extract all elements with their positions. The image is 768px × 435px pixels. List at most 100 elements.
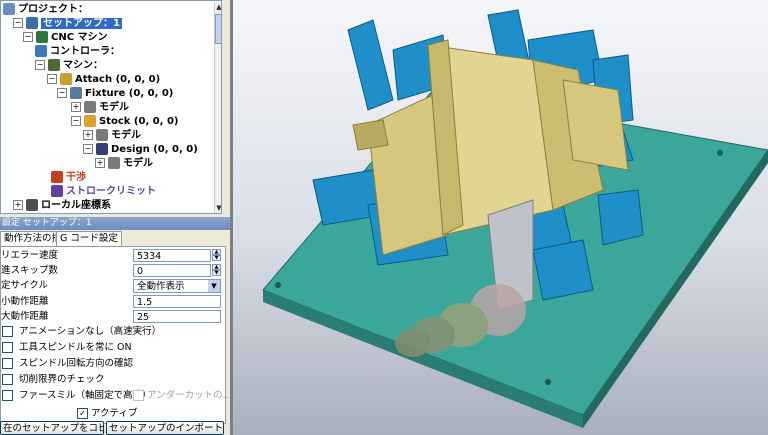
skip-count-label: 進スキップ数 (1, 265, 59, 276)
error-speed-input[interactable]: 5334 (133, 249, 211, 262)
tree-item-label: プロジェクト： (18, 4, 88, 15)
tree-scrollbar[interactable]: ▲ ▼ (214, 2, 221, 213)
active-checkbox[interactable]: ✓ (77, 408, 88, 419)
option-cut-limit[interactable]: 切削限界のチェック (1, 373, 105, 387)
tree-item[interactable]: + モデル (71, 100, 129, 115)
chevron-down-icon[interactable]: ▼ (208, 280, 220, 292)
model-icon (84, 101, 96, 113)
design-icon (96, 143, 108, 155)
option-no-animation-checkbox[interactable] (2, 326, 13, 337)
cnc-machine-icon (36, 31, 48, 43)
expand-icon[interactable]: + (13, 200, 23, 210)
project-icon (3, 3, 15, 15)
option-face-mill[interactable]: ファースミル（軸固定で高速） (1, 389, 152, 403)
tree-item[interactable]: プロジェクト： (3, 2, 88, 17)
option-cut-limit-checkbox[interactable] (2, 374, 13, 385)
fixture-icon (70, 87, 82, 99)
tree-item[interactable]: − マシン： (35, 58, 103, 73)
min-move-label: 小動作距離 (1, 296, 49, 307)
cnc-model-render (262, 9, 768, 428)
tree-item[interactable]: − Design (0, 0, 0) (83, 142, 198, 157)
option-spindle-on[interactable]: 工具スピンドルを常に ON (1, 341, 132, 355)
error-speed-stepper[interactable]: ▲ ▼ (212, 249, 221, 262)
collapse-icon[interactable]: − (71, 116, 81, 126)
tree-item[interactable]: − Attach (0, 0, 0) (47, 72, 160, 87)
machine-icon (48, 59, 60, 71)
tree-item-label: ストロークリミット (66, 186, 156, 197)
error-speed-label: リエラー速度 (1, 250, 59, 261)
min-move-input[interactable]: 1.5 (133, 295, 221, 308)
tree-item-label: ローカル座標系 (41, 200, 111, 211)
tab-gcode-settings[interactable]: G コード設定 (56, 231, 122, 246)
tree-item-label: モデル (123, 158, 153, 169)
tree-item-label: Design (0, 0, 0) (111, 144, 198, 155)
tree-item[interactable]: コントローラ： (35, 44, 120, 59)
settings-panel-header: 設定 セットアップ：1 (0, 217, 230, 230)
tree-item[interactable]: + ローカル座標系 (13, 198, 111, 213)
tree-item-label: CNC マシン (51, 32, 108, 43)
active-label: アクティブ (91, 408, 138, 419)
bolt-hole (545, 379, 551, 385)
import-setup-button[interactable]: セットアップのインポート... (106, 421, 224, 435)
tree-item-label: モデル (99, 102, 129, 113)
stock-icon (84, 115, 96, 127)
max-move-input[interactable]: 25 (133, 310, 221, 323)
option-undercut[interactable]: アンダーカットの... (133, 389, 232, 403)
controller-icon (35, 45, 47, 57)
tree-item-label: 干渉 (66, 172, 86, 183)
collapse-icon[interactable]: − (47, 74, 57, 84)
expand-icon[interactable]: + (95, 158, 105, 168)
tree-item-label: セットアップ：1 (41, 18, 122, 29)
copy-setup-button[interactable]: 在のセットアップをコピー (0, 421, 104, 435)
tree-item-label: Stock (0, 0, 0) (99, 116, 179, 127)
bolt-hole (717, 150, 723, 156)
option-spindle-direction-label: スピンドル回転方向の確認 (19, 358, 134, 369)
active-toggle[interactable]: ✓ アクティブ (77, 407, 137, 421)
tree-item[interactable]: + モデル (95, 156, 153, 171)
tree-item[interactable]: − CNC マシン (23, 30, 108, 45)
skip-count-stepper[interactable]: ▲ ▼ (212, 264, 221, 277)
tree-item[interactable]: − セットアップ：1 (13, 16, 122, 31)
option-spindle-direction[interactable]: スピンドル回転方向の確認 (1, 357, 133, 371)
3d-viewport[interactable] (230, 0, 768, 435)
settings-form: リエラー速度 5334 ▲ ▼ 進スキップ数 0 ▲ ▼ 定サイクル 全動作表示 ▼… (0, 246, 232, 424)
skip-count-input[interactable]: 0 (133, 264, 211, 277)
expand-icon[interactable]: + (71, 102, 81, 112)
tree-item[interactable]: 干渉 (51, 170, 86, 185)
option-no-animation[interactable]: アニメーションなし（高速実行） (1, 325, 161, 339)
left-panel: プロジェクト： − セットアップ：1− CNC マシン コントローラ： − マシン： − Att… (0, 0, 232, 435)
cycle-select-value: 全動作表示 (137, 281, 185, 292)
tree-item-label: Fixture (0, 0, 0) (85, 88, 174, 99)
option-spindle-on-label: 工具スピンドルを常に ON (19, 342, 132, 353)
project-tree[interactable]: プロジェクト： − セットアップ：1− CNC マシン コントローラ： − マシン： − Att… (0, 0, 222, 214)
scrollbar-thumb[interactable] (215, 14, 221, 44)
tree-item-label: モデル (111, 130, 141, 141)
collapse-icon[interactable]: − (57, 88, 67, 98)
bolt-hole (275, 282, 281, 288)
option-face-mill-label: ファースミル（軸固定で高速） (19, 390, 152, 401)
tree-item-label: コントローラ： (50, 46, 120, 57)
local-coordinate-icon (26, 199, 38, 211)
stroke-limit-icon (51, 185, 63, 197)
setup-icon (26, 17, 38, 29)
tree-item-label: Attach (0, 0, 0) (75, 74, 161, 85)
option-spindle-direction-checkbox[interactable] (2, 358, 13, 369)
expand-icon[interactable]: + (83, 130, 93, 140)
undercut-checkbox[interactable] (133, 390, 144, 401)
option-undercut-label: アンダーカットの... (147, 390, 232, 401)
tree-item[interactable]: ストロークリミット (51, 184, 156, 199)
collapse-icon[interactable]: − (83, 144, 93, 154)
model-icon (108, 157, 120, 169)
scroll-up-arrow-icon[interactable]: ▲ (215, 2, 221, 12)
collapse-icon[interactable]: − (13, 18, 23, 28)
collapse-icon[interactable]: − (23, 32, 33, 42)
tree-item[interactable]: − Fixture (0, 0, 0) (57, 86, 173, 101)
option-spindle-on-checkbox[interactable] (2, 342, 13, 353)
tree-item[interactable]: + モデル (83, 128, 141, 143)
cycle-select[interactable]: 全動作表示 ▼ (133, 279, 221, 293)
option-face-mill-checkbox[interactable] (2, 390, 13, 401)
scroll-down-arrow-icon[interactable]: ▼ (215, 203, 221, 213)
collapse-icon[interactable]: − (35, 60, 45, 70)
tree-item[interactable]: − Stock (0, 0, 0) (71, 114, 179, 129)
max-move-label: 大動作距離 (1, 311, 49, 322)
